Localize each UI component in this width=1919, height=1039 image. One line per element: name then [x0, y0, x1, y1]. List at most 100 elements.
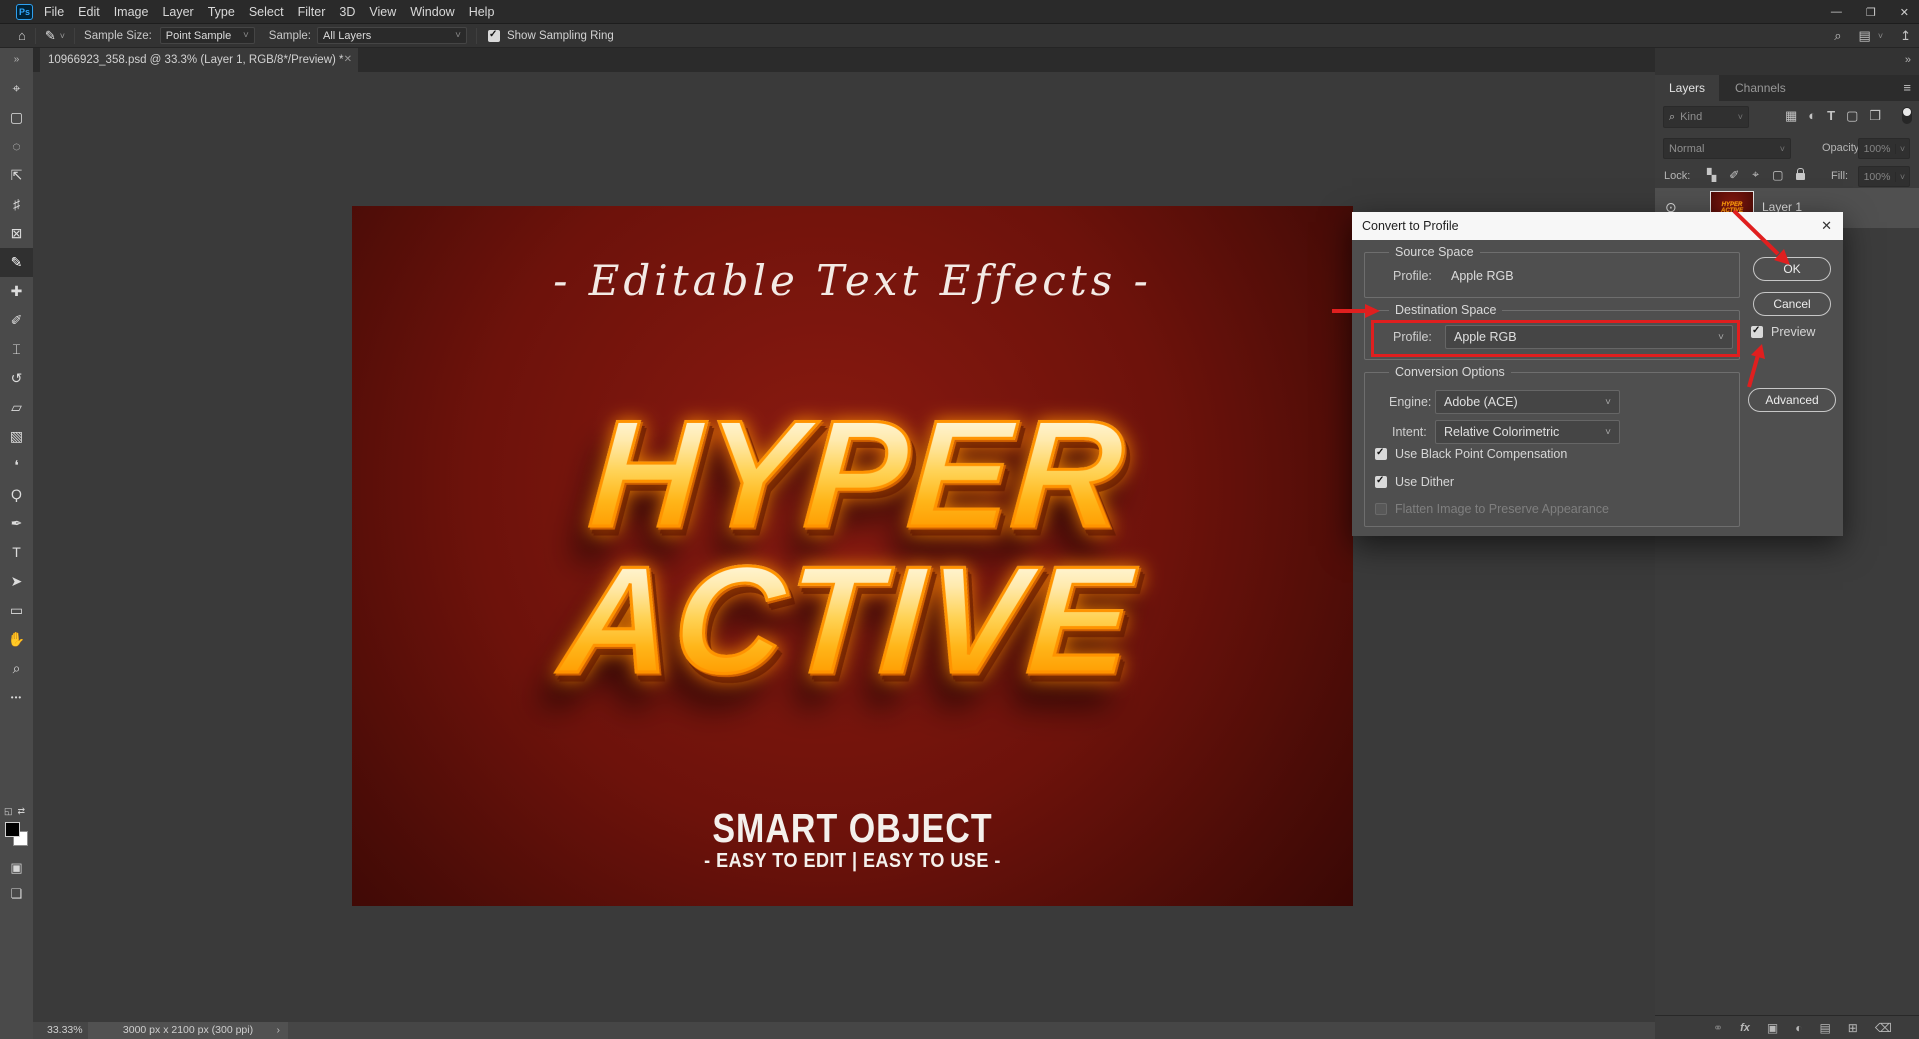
link-layers-icon[interactable]: ⚭ — [1713, 1021, 1723, 1035]
filter-type-layers-icon[interactable]: T — [1827, 108, 1835, 124]
tool-rectangular-marquee[interactable]: ▢ — [0, 103, 33, 132]
swap-colors-icon[interactable]: ⇄ — [18, 806, 26, 818]
minimize-icon[interactable]: — — [1831, 6, 1842, 18]
filter-adjustment-layers-icon[interactable]: ◐ — [1808, 108, 1816, 124]
lock-all-icon[interactable] — [1796, 173, 1805, 180]
new-group-icon[interactable]: ▤ — [1819, 1021, 1830, 1035]
eyedropper-tool-icon[interactable]: ✎ — [45, 28, 56, 44]
tool-history-brush[interactable]: ↺ — [0, 364, 33, 393]
close-icon[interactable]: ✕ — [1900, 6, 1909, 19]
opacity-value[interactable]: 100% ˅ — [1858, 138, 1910, 159]
tool-move[interactable]: ⌖ — [0, 74, 33, 103]
canvas-document[interactable]: - Editable Text Effects - HYPER ACTIVE S… — [352, 206, 1353, 906]
adjustment-layer-icon[interactable]: ◐ — [1795, 1021, 1802, 1035]
menu-file[interactable]: File — [44, 5, 64, 19]
preview-checkbox[interactable] — [1751, 326, 1763, 338]
menu-view[interactable]: View — [369, 5, 396, 19]
home-icon[interactable]: ⌂ — [18, 28, 26, 43]
chevron-right-icon[interactable]: › — [277, 1022, 281, 1039]
tool-brush[interactable]: ✐ — [0, 306, 33, 335]
lock-position-icon[interactable]: ⌖ — [1752, 167, 1759, 182]
sample-size-select[interactable]: Point Sample ˅ — [160, 27, 255, 44]
menu-edit[interactable]: Edit — [78, 5, 100, 19]
document-tab[interactable]: 10966923_358.psd @ 33.3% (Layer 1, RGB/8… — [40, 48, 358, 72]
search-icon[interactable]: ⌕ — [1834, 28, 1841, 44]
blend-mode-select[interactable]: Normal ˅ — [1663, 138, 1791, 159]
filter-smart-objects-icon[interactable]: ❒ — [1869, 108, 1881, 124]
dock-collapse-icon[interactable]: » — [1905, 54, 1911, 66]
preview-row[interactable]: Preview — [1751, 325, 1815, 339]
layer-filter-toggle[interactable] — [1902, 107, 1912, 124]
lock-transparent-pixels-icon[interactable]: ▚ — [1707, 168, 1716, 182]
tool-crop[interactable]: ♯ — [0, 190, 33, 219]
tool-blur[interactable]: ❛ — [0, 451, 33, 480]
tool-pen[interactable]: ✒ — [0, 509, 33, 538]
tab-close-icon[interactable]: ✕ — [344, 48, 352, 72]
menu-image[interactable]: Image — [114, 5, 149, 19]
use-black-point-compensation-row[interactable]: Use Black Point Compensation — [1375, 447, 1567, 461]
fill-value[interactable]: 100% ˅ — [1858, 166, 1910, 187]
intent-select[interactable]: Relative Colorimetric ˅ — [1435, 420, 1620, 444]
menu-type[interactable]: Type — [208, 5, 235, 19]
search-icon: ⌕ — [1669, 111, 1675, 124]
panel-menu-icon[interactable]: ≡ — [1903, 80, 1911, 95]
zoom-level[interactable]: 33.33% — [47, 1024, 83, 1036]
filter-shape-layers-icon[interactable]: ▢ — [1846, 108, 1858, 124]
tool-type[interactable]: T — [0, 538, 33, 567]
lock-artboard-icon[interactable]: ▢ — [1772, 168, 1783, 182]
restore-icon[interactable]: ❐ — [1866, 6, 1876, 19]
layer-effects-icon[interactable]: fx — [1740, 1022, 1750, 1034]
tool-clone-stamp[interactable]: ⌶ — [0, 335, 33, 364]
document-info[interactable]: 3000 px x 2100 px (300 ppi) › — [88, 1022, 288, 1039]
tool-gradient[interactable]: ▧ — [0, 422, 33, 451]
tool-rectangle[interactable]: ▭ — [0, 596, 33, 625]
tool-more[interactable]: ••• — [0, 683, 33, 712]
menu-layer[interactable]: Layer — [162, 5, 193, 19]
tool-path-selection[interactable]: ➤ — [0, 567, 33, 596]
foreground-color-swatch[interactable] — [5, 822, 20, 837]
dialog-close-icon[interactable]: ✕ — [1821, 219, 1832, 232]
quick-mask-icon[interactable]: ▣ — [0, 860, 33, 876]
chevron-down-icon[interactable]: ˅ — [60, 31, 65, 41]
chevron-down-icon: ˅ — [243, 30, 249, 41]
toolbar-collapse-icon[interactable]: » — [0, 48, 33, 74]
menu-filter[interactable]: Filter — [298, 5, 326, 19]
chevron-down-icon[interactable]: ˅ — [1878, 31, 1883, 41]
show-sampling-ring-checkbox[interactable] — [488, 30, 500, 42]
menu-select[interactable]: Select — [249, 5, 284, 19]
default-colors-icon[interactable]: ◱ — [4, 806, 13, 818]
use-dither-checkbox[interactable] — [1375, 476, 1387, 488]
use-dither-row[interactable]: Use Dither — [1375, 475, 1454, 489]
menu-window[interactable]: Window — [410, 5, 454, 19]
engine-select[interactable]: Adobe (ACE) ˅ — [1435, 390, 1620, 414]
tab-channels[interactable]: Channels — [1721, 75, 1800, 101]
new-layer-icon[interactable]: ⊞ — [1848, 1021, 1858, 1035]
menu-help[interactable]: Help — [469, 5, 495, 19]
cancel-button[interactable]: Cancel — [1753, 292, 1831, 316]
tool-zoom[interactable]: ⌕ — [0, 654, 33, 683]
add-layer-mask-icon[interactable]: ▣ — [1767, 1021, 1778, 1035]
filter-pixel-layers-icon[interactable]: ▦ — [1785, 108, 1797, 124]
dialog-title-bar[interactable]: Convert to Profile ✕ — [1352, 212, 1843, 240]
tool-object-selection[interactable]: ⇱ — [0, 161, 33, 190]
tool-healing-brush[interactable]: ✚ — [0, 277, 33, 306]
delete-layer-icon[interactable]: ⌫ — [1875, 1021, 1892, 1035]
tab-layers[interactable]: Layers — [1655, 75, 1719, 101]
sample-select[interactable]: All Layers ˅ — [317, 27, 467, 44]
workspace-icon[interactable]: ▤ — [1859, 28, 1871, 44]
tool-lasso[interactable]: ◌ — [0, 132, 33, 161]
tool-dodge[interactable]: Ϙ — [0, 480, 33, 509]
use-black-point-compensation-checkbox[interactable] — [1375, 448, 1387, 460]
tool-eraser[interactable]: ▱ — [0, 393, 33, 422]
tool-hand[interactable]: ✋ — [0, 625, 33, 654]
ok-button[interactable]: OK — [1753, 257, 1831, 281]
tool-frame[interactable]: ⊠ — [0, 219, 33, 248]
menu-3d[interactable]: 3D — [339, 5, 355, 19]
tool-eyedropper[interactable]: ✎ — [0, 248, 33, 277]
destination-profile-select[interactable]: Apple RGB ˅ — [1445, 325, 1733, 349]
kind-filter-select[interactable]: ⌕ Kind ˅ — [1663, 106, 1749, 128]
share-icon[interactable]: ↥ — [1900, 28, 1911, 44]
advanced-button[interactable]: Advanced — [1748, 388, 1836, 412]
lock-image-pixels-icon[interactable]: ✐ — [1729, 168, 1739, 182]
screen-mode-icon[interactable]: ❏ — [0, 886, 33, 902]
